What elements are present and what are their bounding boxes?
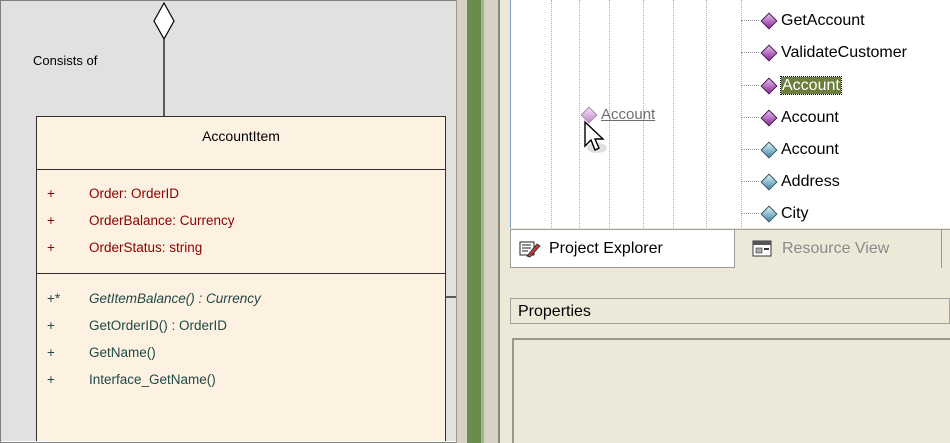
tab-label: Project Explorer <box>549 240 663 257</box>
tree-item-label: Account <box>781 109 839 126</box>
splitter-highlight <box>481 0 484 443</box>
tree-guide-line <box>706 0 707 228</box>
attribute-row[interactable]: + OrderStatus: string <box>37 234 445 261</box>
visibility-marker: + <box>47 318 55 333</box>
splitter-band <box>467 0 481 443</box>
project-tree[interactable]: GetAccount ValidateCustomer Account Acco… <box>510 0 950 228</box>
project-explorer-icon <box>519 241 541 258</box>
tree-item-address[interactable]: Address <box>741 167 840 197</box>
visibility-marker: + <box>47 345 55 360</box>
operation-text: GetName() <box>89 345 156 360</box>
visibility-marker: + <box>47 240 55 255</box>
operation-text: Interface_GetName() <box>89 372 216 387</box>
association-label[interactable]: Consists of <box>33 53 97 68</box>
operation-text: GetItemBalance() : Currency <box>89 291 261 306</box>
properties-header: Properties <box>510 298 950 324</box>
tree-item-account-attribute[interactable]: Account <box>741 135 839 165</box>
attribute-row[interactable]: + Order: OrderID <box>37 180 445 207</box>
tree-item-label: City <box>781 205 809 222</box>
purple-gem-icon <box>760 12 778 30</box>
diagram-canvas[interactable]: Consists of AccountItem + Order: OrderID… <box>1 1 456 441</box>
explorer-panel: GetAccount ValidateCustomer Account Acco… <box>500 0 950 443</box>
tree-item-label: Account <box>781 141 839 158</box>
tree-item-city[interactable]: City <box>741 199 809 228</box>
visibility-marker: +* <box>47 291 61 306</box>
tree-guide-line <box>551 0 552 228</box>
tab-resource-view[interactable]: Resource View <box>742 230 942 268</box>
tree-item-label: Address <box>781 173 840 190</box>
operation-row[interactable]: + Interface_GetName() <box>37 366 445 393</box>
operation-text: GetOrderID() : OrderID <box>89 318 228 333</box>
operation-row[interactable]: +* GetItemBalance() : Currency <box>37 285 445 312</box>
attribute-text: OrderStatus: string <box>89 240 203 255</box>
operation-row[interactable]: + GetOrderID() : OrderID <box>37 312 445 339</box>
properties-area[interactable] <box>512 338 950 443</box>
resource-view-icon <box>752 240 772 257</box>
mouse-cursor-icon <box>584 120 607 153</box>
uml-class-box[interactable]: AccountItem + Order: OrderID + OrderBala… <box>36 116 446 441</box>
tree-item-label: ValidateCustomer <box>781 44 907 61</box>
tree-item-label: Account <box>780 76 842 95</box>
tree-item-account-selected[interactable]: Account <box>741 71 842 101</box>
tree-item-validatecustomer[interactable]: ValidateCustomer <box>741 38 907 68</box>
teal-gem-icon <box>760 141 778 159</box>
class-name[interactable]: AccountItem <box>37 117 445 170</box>
tree-item-label: GetAccount <box>781 12 865 29</box>
teal-gem-icon <box>760 205 778 223</box>
explorer-tabs: Project Explorer Resource View <box>510 229 950 272</box>
pane-splitter[interactable] <box>456 0 500 443</box>
purple-gem-icon <box>760 109 778 127</box>
visibility-marker: + <box>47 186 55 201</box>
attribute-text: Order: OrderID <box>89 186 180 201</box>
teal-gem-icon <box>760 173 778 191</box>
attributes-compartment: + Order: OrderID + OrderBalance: Currenc… <box>37 170 445 274</box>
operations-compartment: +* GetItemBalance() : Currency + GetOrde… <box>37 274 445 393</box>
operation-row[interactable]: + GetName() <box>37 339 445 366</box>
tab-project-explorer[interactable]: Project Explorer <box>510 230 735 268</box>
visibility-marker: + <box>47 213 55 228</box>
tab-label: Resource View <box>782 240 890 257</box>
tree-item-getaccount[interactable]: GetAccount <box>741 6 865 36</box>
attribute-row[interactable]: + OrderBalance: Currency <box>37 207 445 234</box>
visibility-marker: + <box>47 372 55 387</box>
tree-item-account[interactable]: Account <box>741 103 839 133</box>
purple-gem-icon <box>760 77 778 95</box>
drag-ghost-label: Account <box>601 106 656 123</box>
purple-gem-icon <box>760 44 778 62</box>
attribute-text: OrderBalance: Currency <box>89 213 235 228</box>
tree-guide-line <box>673 0 674 228</box>
